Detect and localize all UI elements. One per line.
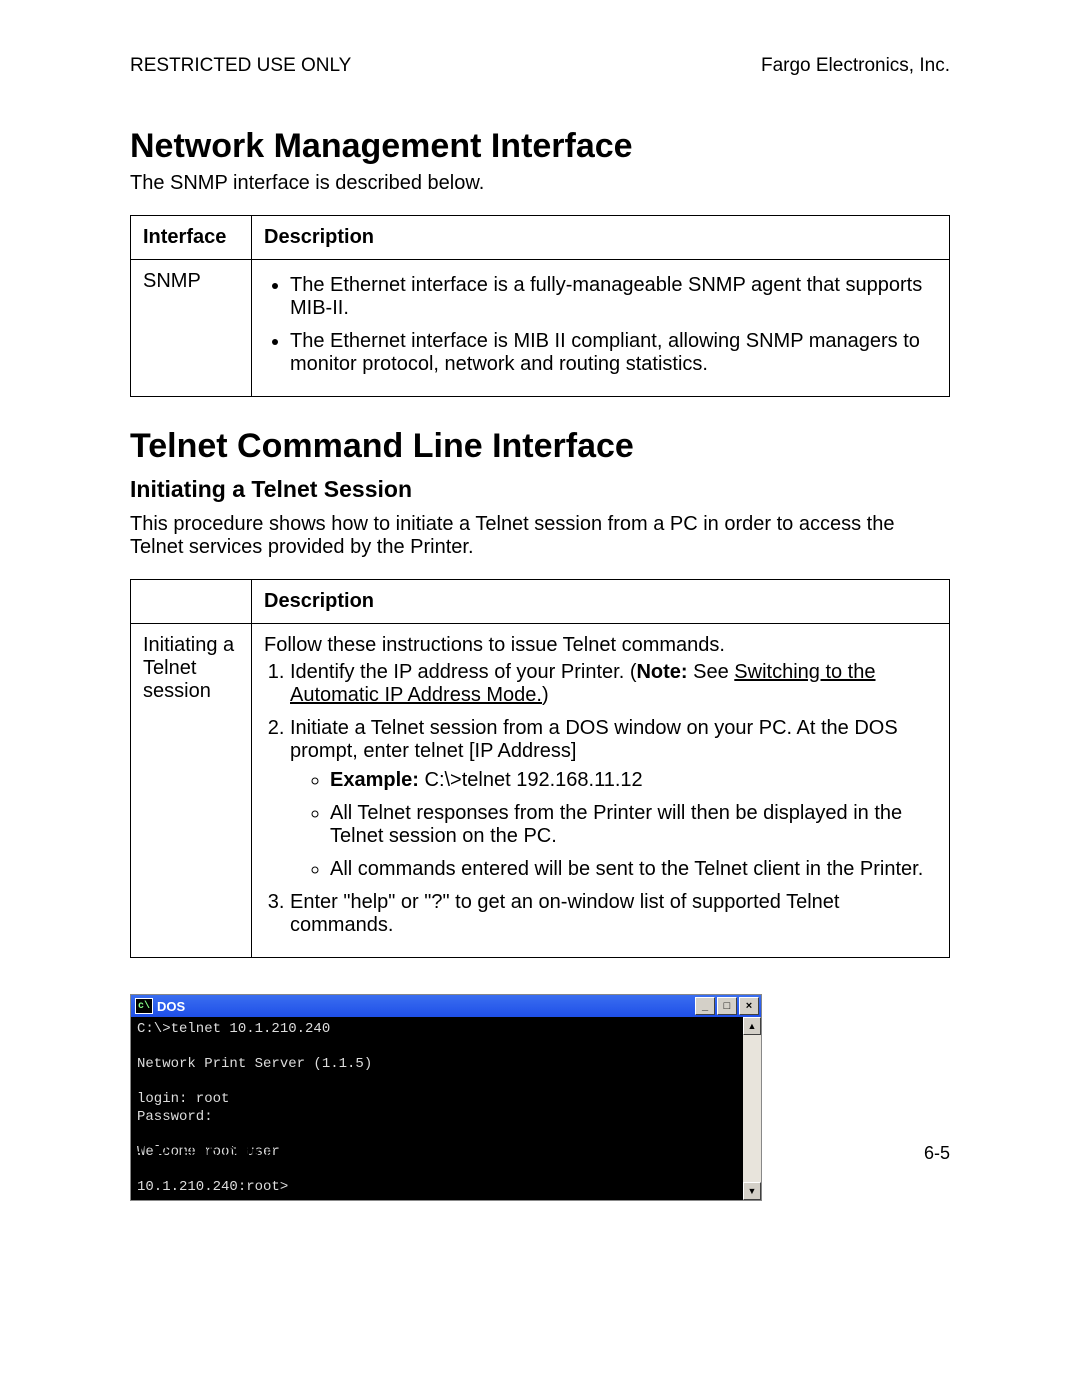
header-right: Fargo Electronics, Inc. xyxy=(761,55,950,77)
th-description: Description xyxy=(252,216,950,260)
th-blank xyxy=(131,580,252,624)
scroll-down-button[interactable]: ▼ xyxy=(743,1182,761,1200)
telnet-table: Description Initiating a Telnet session … xyxy=(130,579,950,958)
td-snmp-desc: The Ethernet interface is a fully-manage… xyxy=(252,260,950,397)
step-2-sub-a: All Telnet responses from the Printer wi… xyxy=(330,802,937,848)
section-2-title: Telnet Command Line Interface xyxy=(130,427,950,466)
scroll-up-button[interactable]: ▲ xyxy=(743,1017,761,1035)
dos-icon: c\ xyxy=(135,998,153,1014)
dos-window: c\ DOS _ □ × C:\>telnet 10.1.210.240 Net… xyxy=(130,994,762,1201)
footer-page-number: 6-5 xyxy=(924,1143,950,1164)
step-1: Identify the IP address of your Printer.… xyxy=(290,661,937,707)
footer-left: HDPii High Definition Card Printer/Encod… xyxy=(130,1143,651,1164)
section-1-intro: The SNMP interface is described below. xyxy=(130,172,950,195)
th-interface: Interface xyxy=(131,216,252,260)
section-2-subtitle: Initiating a Telnet Session xyxy=(130,476,950,503)
dos-titlebar[interactable]: c\ DOS _ □ × xyxy=(131,995,761,1017)
step-2: Initiate a Telnet session from a DOS win… xyxy=(290,717,937,881)
maximize-button[interactable]: □ xyxy=(717,997,737,1015)
step-3: Enter "help" or "?" to get an on-window … xyxy=(290,891,937,937)
th-description-2: Description xyxy=(252,580,950,624)
telnet-lead: Follow these instructions to issue Telne… xyxy=(264,634,937,657)
minimize-button[interactable]: _ xyxy=(695,997,715,1015)
header-left: RESTRICTED USE ONLY xyxy=(130,55,351,77)
dos-title: DOS xyxy=(157,999,185,1014)
snmp-table: Interface Description SNMP The Ethernet … xyxy=(130,215,950,397)
td-telnet-desc: Follow these instructions to issue Telne… xyxy=(252,624,950,958)
scrollbar[interactable]: ▲ ▼ xyxy=(743,1017,761,1200)
section-1-title: Network Management Interface xyxy=(130,127,950,166)
close-button[interactable]: × xyxy=(739,997,759,1015)
snmp-bullet-1: The Ethernet interface is a fully-manage… xyxy=(290,274,937,320)
snmp-bullet-2: The Ethernet interface is MIB II complia… xyxy=(290,330,937,376)
td-telnet-left: Initiating a Telnet session xyxy=(131,624,252,958)
step-2-sub-b: All commands entered will be sent to the… xyxy=(330,858,937,881)
dos-terminal-output: C:\>telnet 10.1.210.240 Network Print Se… xyxy=(131,1017,743,1200)
td-snmp: SNMP xyxy=(131,260,252,397)
step-2-example: Example: C:\>telnet 192.168.11.12 xyxy=(330,769,937,792)
section-2-intro: This procedure shows how to initiate a T… xyxy=(130,513,950,559)
